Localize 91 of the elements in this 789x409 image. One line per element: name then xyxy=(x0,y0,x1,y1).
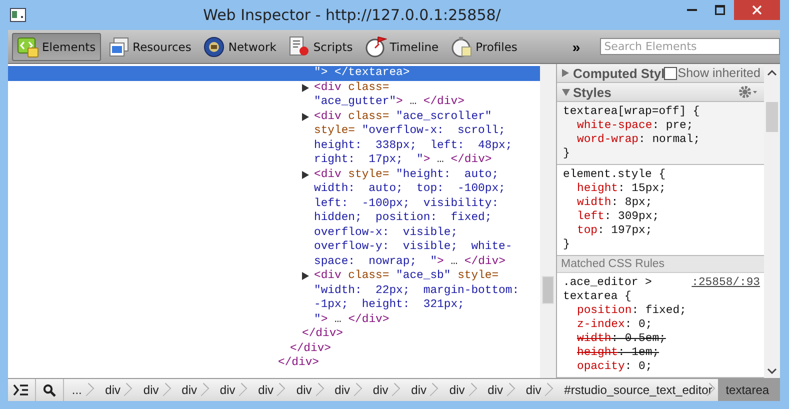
breadcrumb[interactable]: textarea xyxy=(718,379,780,401)
more-tabs-button[interactable]: » xyxy=(568,38,584,54)
checkbox[interactable] xyxy=(664,66,677,80)
disclosure-triangle-icon[interactable] xyxy=(302,272,309,280)
toolbar-tab[interactable]: Timeline xyxy=(360,32,444,60)
code-line[interactable]: left: -100px; visibility: xyxy=(8,196,540,211)
code-line[interactable]: "> … </div> xyxy=(8,312,540,327)
scroll-up-icon[interactable] xyxy=(767,70,777,76)
code-line[interactable]: <div class= "ace_sb" style= xyxy=(8,269,540,284)
breadcrumb[interactable]: ... xyxy=(64,379,98,401)
css-selector: element.style { xyxy=(563,168,666,182)
breadcrumb[interactable]: div xyxy=(403,379,442,401)
css-property[interactable]: white-space: pre; xyxy=(563,119,760,133)
css-selector: textarea { xyxy=(563,290,632,304)
breadcrumb[interactable]: div xyxy=(480,379,518,401)
breadcrumb[interactable]: div xyxy=(326,379,365,401)
closing-brace: } xyxy=(563,238,571,252)
code-line[interactable]: <div style= "height: auto; xyxy=(8,168,540,182)
code-line[interactable]: "ace_gutter"> … </div> xyxy=(8,95,540,110)
closing-brace: } xyxy=(563,147,571,161)
source-link[interactable]: :25858/:93 xyxy=(692,276,760,290)
disclosure-triangle-icon[interactable] xyxy=(302,170,309,179)
toolbar-tab[interactable]: Scripts xyxy=(283,32,358,60)
css-selector: textarea[wrap=off] { xyxy=(563,105,700,119)
toolbar-tab[interactable]: Network xyxy=(198,32,282,60)
css-property[interactable]: z-index: 0; xyxy=(563,318,760,332)
code-line[interactable]: </div> xyxy=(8,342,540,356)
scrollbar[interactable] xyxy=(540,64,556,378)
window-icon xyxy=(10,8,26,22)
scrollbar[interactable] xyxy=(764,64,780,378)
close-icon xyxy=(752,5,762,15)
code-line[interactable]: overflow-y: visible; white- xyxy=(8,240,540,254)
code-line[interactable]: <div class= "ace_scroller" xyxy=(8,110,540,124)
window-title: Web Inspector - http://127.0.0.1:25858/ xyxy=(202,6,502,24)
code-line[interactable]: </div> xyxy=(8,327,540,342)
maximize-icon xyxy=(715,5,725,15)
code-line[interactable]: hidden; position: fixed; xyxy=(8,211,540,226)
breadcrumb[interactable]: div xyxy=(364,379,404,401)
css-property[interactable]: top: 197px; xyxy=(563,224,760,238)
checkbox-label: Show inherited xyxy=(678,66,760,80)
close-button[interactable] xyxy=(734,0,780,20)
disclosure-triangle-icon[interactable] xyxy=(302,84,309,92)
code-line[interactable]: width: auto; top: -100px; xyxy=(8,182,540,196)
minimize-icon xyxy=(687,9,697,11)
css-selector: .ace_editor > xyxy=(563,276,652,290)
css-property[interactable]: word-wrap: normal; xyxy=(563,133,760,147)
breadcrumb[interactable]: div xyxy=(518,379,556,401)
settings-icon[interactable] xyxy=(738,85,758,99)
stopwatch-icon xyxy=(450,36,473,58)
console-prompt-icon xyxy=(13,384,30,396)
code-line[interactable]: -1px; height: 321px; xyxy=(8,298,540,312)
script-bug-icon xyxy=(288,36,310,58)
css-property[interactable]: width: 0.5em; xyxy=(563,332,760,346)
code-line[interactable]: space: nowrap; "> … </div> xyxy=(8,254,540,269)
code-line[interactable]: style= "overflow-x: scroll; xyxy=(8,124,540,138)
breadcrumb[interactable]: #rstudio_source_text_editor xyxy=(556,379,718,401)
section-title: Styles xyxy=(573,84,612,100)
code-line[interactable]: </div> xyxy=(8,356,540,370)
stopwatch-flag-icon xyxy=(364,36,387,58)
code-line[interactable]: overflow-x: visible; xyxy=(8,226,540,240)
breadcrumb[interactable]: div xyxy=(441,379,480,401)
code-line[interactable]: right: 17px; "> … </div> xyxy=(8,153,540,168)
toolbar-tab[interactable]: Elements xyxy=(12,32,101,60)
toolbar-tab[interactable]: Resources xyxy=(102,32,196,60)
scroll-down-icon[interactable] xyxy=(767,368,777,374)
scrollbar-thumb[interactable] xyxy=(542,276,554,304)
disclosure-triangle-icon[interactable] xyxy=(302,112,309,121)
css-property[interactable]: position: fixed; xyxy=(563,304,760,318)
code-brackets-icon xyxy=(17,36,39,58)
css-property[interactable]: height: 15px; xyxy=(563,182,760,196)
code-line[interactable]: "width: 22px; margin-bottom: xyxy=(8,284,540,298)
breadcrumb[interactable]: div xyxy=(250,379,288,401)
globe-icon xyxy=(203,36,226,58)
search-field[interactable]: Search Elements xyxy=(600,38,780,55)
code-line[interactable]: <div class= xyxy=(8,80,540,95)
section-title: Computed Styl xyxy=(573,66,665,80)
code-line[interactable]: height: 338px; left: 48px; xyxy=(8,138,540,153)
css-property[interactable]: height: 1em; xyxy=(563,346,760,360)
breadcrumb[interactable]: div xyxy=(174,379,212,401)
breadcrumb[interactable]: div xyxy=(288,379,327,401)
breadcrumb[interactable]: div xyxy=(97,379,136,401)
scrollbar-thumb[interactable] xyxy=(766,102,778,132)
breadcrumb[interactable]: div xyxy=(212,379,250,401)
css-property[interactable]: opacity: 0; xyxy=(563,360,760,374)
css-property[interactable]: left: 309px; xyxy=(563,210,760,224)
css-property[interactable]: width: 8px; xyxy=(563,196,760,210)
search-icon xyxy=(42,384,56,396)
breadcrumb[interactable]: div xyxy=(135,379,174,401)
toolbar-tab[interactable]: Profiles xyxy=(446,32,522,60)
section-heading: Matched CSS Rules xyxy=(557,256,764,273)
documents-icon xyxy=(108,36,130,58)
